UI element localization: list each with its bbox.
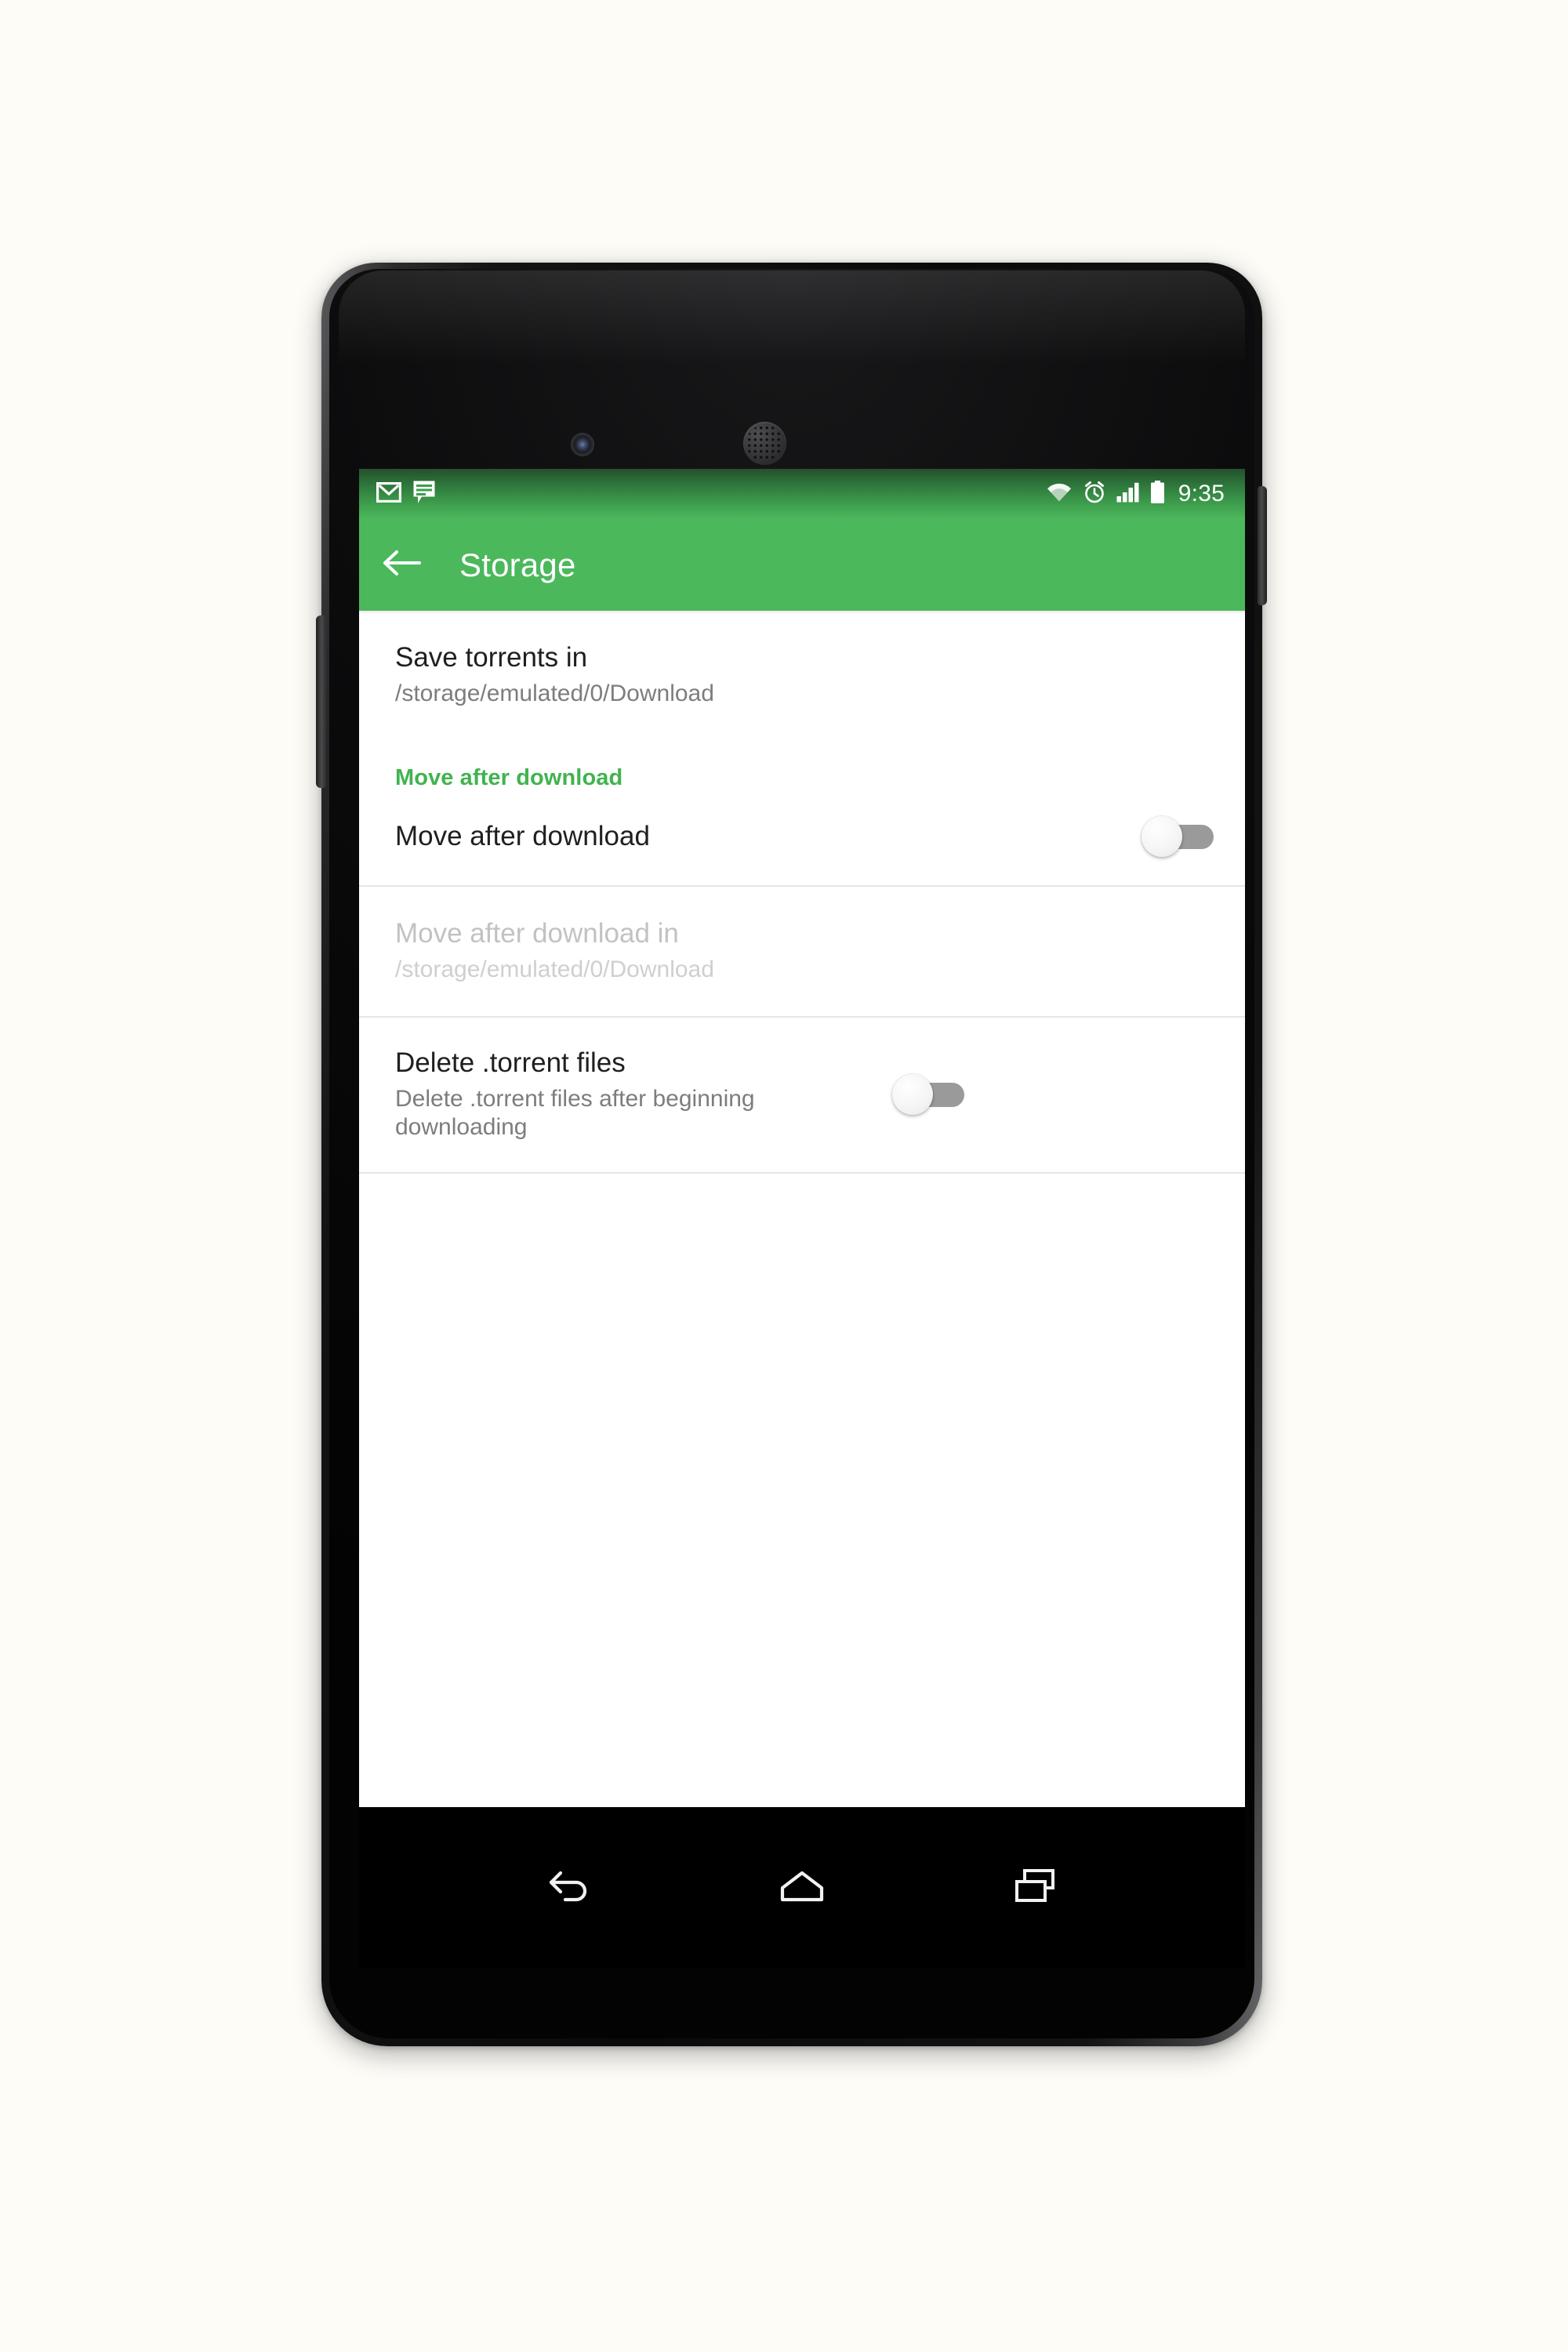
phone-device: 9:35 Storage Save torrents in /storage/e… bbox=[316, 263, 1267, 2046]
setting-row-texts: Move after download in /storage/emulated… bbox=[395, 918, 1214, 985]
home-icon bbox=[778, 1867, 826, 1908]
recents-icon bbox=[1012, 1866, 1058, 1909]
android-navigation-bar bbox=[359, 1807, 1245, 1968]
earpiece-speaker-icon bbox=[743, 422, 786, 465]
setting-title: Delete .torrent files bbox=[395, 1047, 626, 1078]
power-button[interactable] bbox=[1258, 486, 1267, 605]
toggle-move-after-download[interactable] bbox=[1142, 815, 1214, 857]
battery-icon bbox=[1150, 480, 1165, 508]
status-bar: 9:35 bbox=[359, 469, 1245, 519]
gmail-icon bbox=[376, 481, 401, 506]
back-arrow-icon[interactable] bbox=[383, 548, 422, 582]
setting-row-move-after-download-in: Move after download in /storage/emulated… bbox=[359, 887, 1245, 1016]
divider bbox=[359, 1171, 1245, 1174]
volume-rocker-button[interactable] bbox=[316, 615, 326, 788]
message-icon bbox=[412, 480, 436, 509]
section-header-move-after-download: Move after download bbox=[395, 764, 623, 790]
front-camera-icon bbox=[571, 433, 594, 456]
status-bar-system-icons: 9:35 bbox=[1046, 480, 1225, 508]
setting-title: Save torrents in bbox=[395, 642, 588, 673]
setting-subtitle: Delete .torrent files after beginning do… bbox=[395, 1085, 755, 1141]
setting-row-texts: Save torrents in /storage/emulated/0/Dow… bbox=[395, 642, 1214, 709]
app-toolbar: Storage bbox=[359, 519, 1245, 611]
wifi-icon bbox=[1046, 482, 1073, 506]
phone-screen: 9:35 Storage Save torrents in /storage/e… bbox=[359, 469, 1245, 1807]
setting-row-texts: Move after download bbox=[395, 821, 1123, 851]
setting-row-save-torrents-in[interactable]: Save torrents in /storage/emulated/0/Dow… bbox=[359, 611, 1245, 735]
alarm-icon bbox=[1083, 481, 1106, 508]
toggle-thumb bbox=[892, 1074, 933, 1116]
setting-subtitle: /storage/emulated/0/Download bbox=[395, 681, 714, 707]
setting-title: Move after download bbox=[395, 821, 650, 852]
setting-row-delete-torrent-files[interactable]: Delete .torrent files Delete .torrent fi… bbox=[359, 1018, 1245, 1172]
toggle-thumb bbox=[1142, 815, 1182, 857]
toggle-delete-torrent-files[interactable] bbox=[892, 1074, 964, 1116]
setting-row-move-after-download[interactable]: Move after download bbox=[359, 791, 1245, 885]
status-bar-clock: 9:35 bbox=[1178, 481, 1225, 506]
nav-home-button[interactable] bbox=[755, 1841, 849, 1935]
setting-subtitle: /storage/emulated/0/Download bbox=[395, 956, 714, 982]
setting-row-texts: Delete .torrent files Delete .torrent fi… bbox=[395, 1047, 873, 1142]
setting-title: Move after download in bbox=[395, 917, 679, 949]
signal-icon bbox=[1116, 482, 1140, 506]
back-icon bbox=[545, 1865, 593, 1910]
page-title: Storage bbox=[459, 546, 576, 583]
nav-recents-button[interactable] bbox=[988, 1841, 1082, 1935]
nav-back-button[interactable] bbox=[522, 1841, 616, 1935]
status-bar-notifications bbox=[376, 480, 436, 509]
settings-list: Save torrents in /storage/emulated/0/Dow… bbox=[359, 611, 1245, 1807]
